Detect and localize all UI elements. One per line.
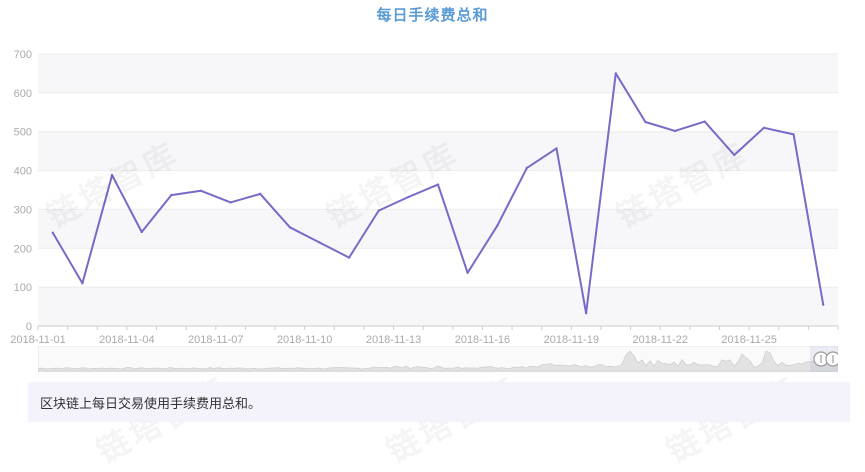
data-point [733, 153, 736, 157]
data-point [525, 166, 529, 170]
x-tick-label: 2018-11-01 [10, 334, 65, 346]
data-point [762, 126, 766, 130]
data-point [496, 224, 499, 227]
data-point [377, 209, 380, 212]
y-tick-label: 100 [14, 282, 32, 294]
description-box: 区块链上每日交易使用手续费用总和。 [28, 382, 850, 422]
data-point [821, 303, 825, 306]
data-point [140, 230, 143, 234]
y-tick-label: 0 [26, 321, 32, 333]
line-chart: 0 100 200 300 400 500 600 700 2018-11-01 2018-11-… [10, 49, 839, 346]
data-point [110, 174, 114, 177]
slider-handle-right[interactable] [825, 351, 838, 367]
data-point [407, 195, 410, 199]
data-point [288, 226, 292, 229]
data-point [170, 193, 173, 197]
data-point [199, 189, 203, 192]
x-tick-label: 2018-11-04 [99, 334, 154, 346]
data-point [318, 241, 321, 244]
x-tick-label: 2018-11-25 [721, 334, 776, 346]
grid-band [38, 209, 838, 249]
data-point [792, 133, 795, 136]
x-tick-label: 2018-11-13 [366, 334, 421, 346]
y-tick-label: 600 [14, 88, 32, 100]
y-tick-label: 300 [14, 204, 32, 216]
x-tick-label: 2018-11-22 [632, 334, 687, 346]
data-point [347, 256, 351, 259]
data-point [436, 183, 440, 186]
y-tick-label: 500 [14, 127, 32, 139]
description-text: 区块链上每日交易使用手续费用总和。 [40, 396, 262, 412]
x-tick-label: 2018-11-10 [277, 334, 332, 346]
data-point [259, 192, 262, 196]
data-point [703, 120, 706, 123]
grid-band [38, 287, 838, 326]
data-point [51, 231, 55, 234]
y-tick-label: 700 [14, 49, 32, 61]
data-point [584, 311, 588, 315]
y-tick-label: 400 [14, 166, 32, 178]
data-zoom-slider[interactable] [38, 346, 838, 372]
x-tick-label: 2018-11-07 [188, 334, 243, 346]
grid-band [38, 54, 838, 93]
data-point [81, 282, 84, 285]
x-tick-label: 2018-11-16 [455, 334, 510, 346]
data-point [644, 120, 647, 124]
data-point [614, 72, 617, 75]
data-point [229, 201, 232, 204]
series-line [51, 72, 825, 315]
x-tick-label: 2018-11-19 [544, 334, 599, 346]
data-point [673, 129, 677, 133]
data-point [466, 271, 469, 274]
data-point [555, 147, 558, 150]
y-tick-label: 200 [14, 243, 32, 255]
